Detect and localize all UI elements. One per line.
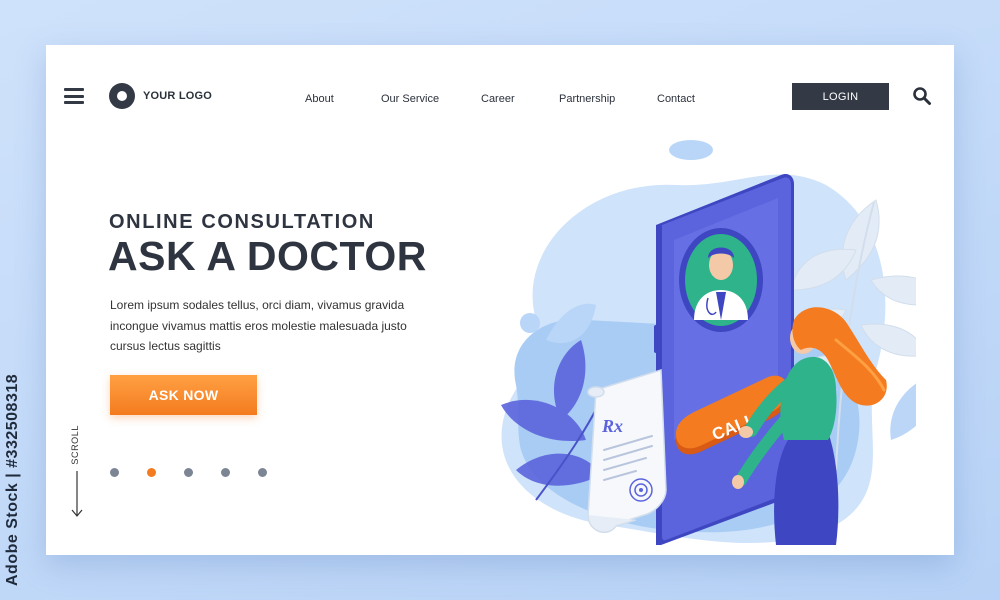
doctor-call-illustration: Rx CALL [501, 140, 916, 545]
leaf-decoration [890, 383, 916, 440]
logo-text: YOUR LOGO [143, 90, 213, 102]
nav-link-about[interactable]: About [305, 93, 334, 105]
arrow-down-icon [71, 471, 83, 517]
prescription-document: Rx [587, 368, 667, 534]
search-icon[interactable] [912, 86, 932, 106]
pagination-dot-active[interactable] [147, 468, 156, 477]
ring-logo-icon [109, 83, 135, 109]
nav-link-contact[interactable]: Contact [657, 93, 695, 105]
stock-watermark-id: Adobe Stock | #332508318 [4, 373, 21, 586]
page-title: ASK A DOCTOR [108, 233, 427, 279]
logo[interactable]: YOUR LOGO [109, 83, 212, 109]
pagination-dots [110, 468, 267, 477]
pagination-dot[interactable] [184, 468, 193, 477]
scroll-indicator[interactable]: SCROLL [68, 425, 88, 525]
ask-now-button[interactable]: ASK NOW [110, 375, 257, 415]
rx-label: Rx [601, 416, 623, 436]
pagination-dot[interactable] [110, 468, 119, 477]
nav-link-our-service[interactable]: Our Service [381, 93, 439, 105]
scroll-label: SCROLL [70, 425, 80, 465]
hero-eyebrow: ONLINE CONSULTATION [109, 211, 375, 233]
hero-description: Lorem ipsum sodales tellus, orci diam, v… [110, 298, 407, 353]
landing-card: YOUR LOGO About Our Service Career Partn… [46, 45, 954, 555]
login-button[interactable]: LOGIN [792, 83, 889, 110]
nav-link-career[interactable]: Career [481, 93, 515, 105]
hamburger-menu-icon[interactable] [64, 88, 84, 104]
pagination-dot[interactable] [258, 468, 267, 477]
pagination-dot[interactable] [221, 468, 230, 477]
doctor-avatar [679, 228, 763, 332]
background-blob [669, 140, 713, 160]
background-blob [520, 313, 540, 333]
nav-link-partnership[interactable]: Partnership [559, 93, 615, 105]
